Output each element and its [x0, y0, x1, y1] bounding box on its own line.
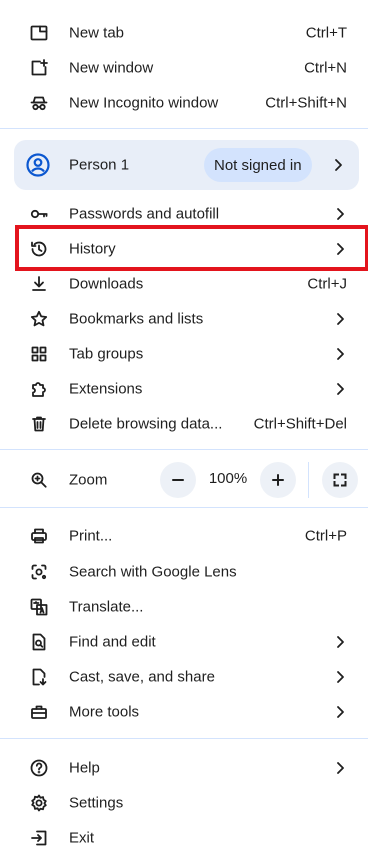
menu-divider — [0, 507, 368, 508]
menu-item-label: New window — [69, 59, 154, 76]
new-window-icon — [28, 57, 50, 79]
menu-item-label: Cast, save, and share — [69, 668, 215, 685]
printer-icon — [28, 525, 50, 547]
new-tab-icon — [28, 22, 50, 44]
menu-item-label: Translate... — [69, 598, 144, 615]
menu-item-label: Find and edit — [69, 633, 156, 650]
shortcut-text: Ctrl+Shift+Del — [253, 415, 347, 432]
menu-item-settings[interactable]: Settings — [0, 785, 368, 820]
menu-item-label: New Incognito window — [69, 94, 219, 111]
incognito-icon — [28, 92, 50, 114]
menu-item-print[interactable]: Print... Ctrl+P — [0, 518, 368, 553]
menu-item-translate[interactable]: Translate... — [0, 589, 368, 624]
shortcut-text: Ctrl+T — [305, 24, 347, 41]
menu-item-exit[interactable]: Exit — [0, 820, 368, 855]
sign-in-status-badge[interactable]: Not signed in — [204, 148, 312, 182]
menu-item-search-with-google-lens[interactable]: Search with Google Lens — [0, 554, 368, 589]
fullscreen-button[interactable] — [322, 462, 358, 498]
zoom-in-button[interactable] — [260, 462, 296, 498]
shortcut-text: Ctrl+Shift+N — [265, 94, 347, 111]
menu-item-help[interactable]: Help — [0, 750, 368, 785]
menu-item-new-incognito-window[interactable]: New Incognito window Ctrl+Shift+N — [0, 85, 368, 120]
chevron-right-icon — [332, 158, 344, 172]
tab-groups-icon — [28, 343, 50, 365]
menu-item-more-tools[interactable]: More tools — [0, 694, 368, 729]
zoom-label: Zoom — [69, 471, 108, 488]
translate-icon — [28, 596, 50, 618]
shortcut-text: Ctrl+N — [304, 59, 347, 76]
star-icon — [28, 308, 50, 330]
chevron-right-icon — [334, 761, 346, 775]
profile-name: Person 1 — [69, 156, 130, 174]
shortcut-text: Ctrl+J — [307, 275, 347, 292]
menu-item-label: Print... — [69, 527, 113, 544]
find-page-icon — [28, 631, 50, 653]
menu-divider — [0, 738, 368, 739]
zoom-separator — [308, 462, 309, 498]
menu-item-label: Settings — [69, 794, 124, 811]
plus-icon — [272, 474, 284, 486]
menu-item-label: Search with Google Lens — [69, 563, 237, 580]
menu-item-bookmarks-and-lists[interactable]: Bookmarks and lists — [0, 301, 368, 336]
account-circle-icon — [26, 153, 50, 177]
menu-divider — [0, 128, 368, 129]
chrome-main-menu: New tab Ctrl+T New window Ctrl+N New Inc… — [0, 0, 368, 862]
chevron-right-icon — [334, 207, 346, 221]
menu-item-label: Downloads — [69, 275, 144, 292]
menu-item-find-and-edit[interactable]: Find and edit — [0, 624, 368, 659]
chevron-right-icon — [334, 312, 346, 326]
chevron-right-icon — [334, 347, 346, 361]
puzzle-icon — [28, 378, 50, 400]
cast-save-icon — [28, 666, 50, 688]
menu-item-tab-groups[interactable]: Tab groups — [0, 336, 368, 371]
help-icon — [28, 757, 50, 779]
gear-icon — [28, 792, 50, 814]
profile-row[interactable]: Person 1 Not signed in — [14, 140, 359, 190]
menu-item-downloads[interactable]: Downloads Ctrl+J — [0, 266, 368, 301]
menu-item-label: Help — [69, 759, 100, 776]
menu-item-new-tab[interactable]: New tab Ctrl+T — [0, 15, 368, 50]
chevron-right-icon — [334, 705, 346, 719]
menu-item-new-window[interactable]: New window Ctrl+N — [0, 50, 368, 85]
shortcut-text: Ctrl+P — [304, 527, 347, 544]
chevron-right-icon — [334, 670, 346, 684]
exit-icon — [28, 827, 50, 849]
menu-item-label: New tab — [69, 24, 125, 41]
trash-icon — [28, 413, 50, 435]
fullscreen-icon — [333, 473, 347, 487]
lens-icon — [28, 561, 50, 583]
menu-divider — [0, 449, 368, 450]
history-highlight-box — [15, 225, 368, 271]
download-icon — [28, 273, 50, 295]
toolbox-icon — [28, 701, 50, 723]
menu-item-cast-save-share[interactable]: Cast, save, and share — [0, 659, 368, 694]
chevron-right-icon — [334, 635, 346, 649]
menu-item-label: Delete browsing data... — [69, 415, 223, 432]
minus-icon — [172, 479, 184, 481]
menu-item-label: Bookmarks and lists — [69, 310, 204, 327]
menu-item-extensions[interactable]: Extensions — [0, 371, 368, 406]
menu-item-label: Exit — [69, 829, 95, 846]
chevron-right-icon — [334, 382, 346, 396]
zoom-out-button[interactable] — [160, 462, 196, 498]
key-icon — [28, 203, 50, 225]
menu-item-label: More tools — [69, 703, 140, 720]
menu-item-delete-browsing-data[interactable]: Delete browsing data... Ctrl+Shift+Del — [0, 406, 368, 441]
zoom-icon — [28, 469, 50, 491]
menu-item-label: Extensions — [69, 380, 143, 397]
menu-item-label: Tab groups — [69, 345, 144, 362]
zoom-level: 100% — [208, 470, 248, 487]
menu-item-label: Passwords and autofill — [69, 205, 220, 222]
